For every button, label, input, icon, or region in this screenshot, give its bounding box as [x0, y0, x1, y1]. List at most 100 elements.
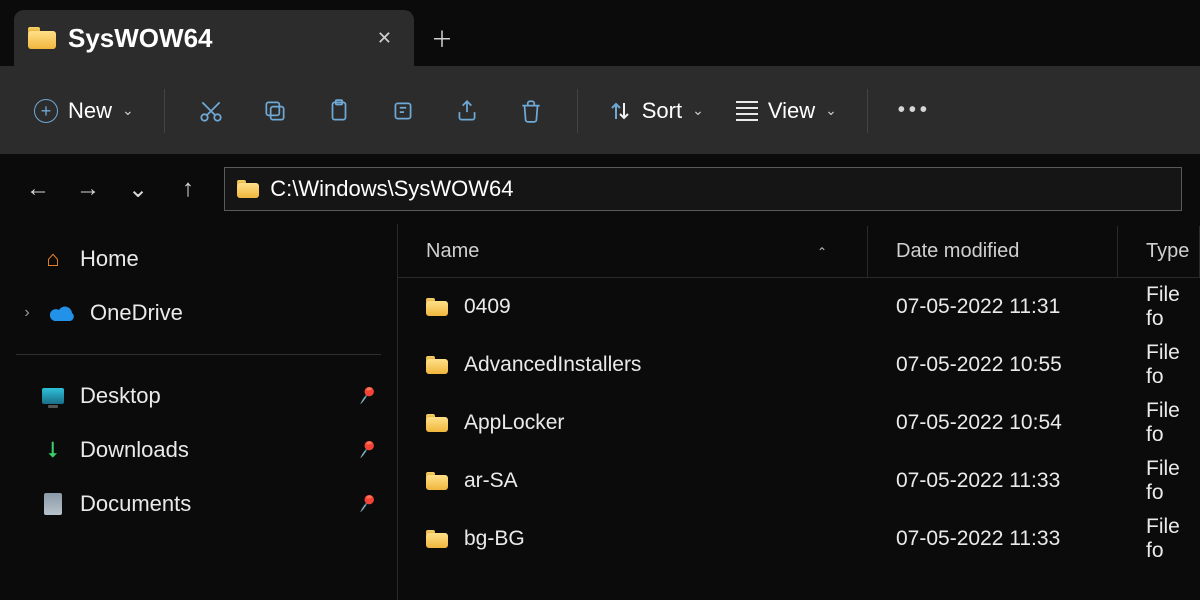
tab-strip: SysWOW64 ✕ ＋	[0, 0, 1200, 66]
pin-icon[interactable]: 📍	[351, 435, 381, 465]
column-name[interactable]: Name ⌃	[398, 226, 868, 277]
tab-syswow64[interactable]: SysWOW64 ✕	[14, 10, 414, 66]
chevron-down-icon: ⌄	[692, 102, 704, 119]
table-row[interactable]: AdvancedInstallers 07-05-2022 10:55 File…	[398, 336, 1200, 394]
file-name: bg-BG	[464, 527, 525, 551]
folder-icon	[28, 27, 56, 49]
rename-button[interactable]	[373, 87, 433, 135]
sort-icon	[608, 99, 632, 123]
recent-button[interactable]: ⌄	[124, 175, 152, 204]
copy-button[interactable]	[245, 87, 305, 135]
column-modified[interactable]: Date modified	[868, 226, 1118, 277]
desktop-icon	[40, 388, 66, 404]
sort-asc-icon: ⌃	[817, 245, 827, 259]
address-input[interactable]	[270, 176, 1169, 202]
file-type: File fo	[1146, 341, 1200, 389]
share-icon	[454, 98, 480, 124]
sidebar-item-documents[interactable]: Documents 📍	[10, 477, 387, 531]
sidebar-label: Home	[80, 246, 139, 272]
view-label: View	[768, 98, 815, 124]
cut-button[interactable]	[181, 87, 241, 135]
folder-icon	[426, 298, 448, 316]
file-type: File fo	[1146, 399, 1200, 447]
sidebar-label: Desktop	[80, 383, 161, 409]
file-modified: 07-05-2022 10:55	[896, 353, 1062, 377]
chevron-right-icon[interactable]: ›	[18, 304, 36, 322]
close-icon[interactable]: ✕	[371, 22, 398, 55]
sort-label: Sort	[642, 98, 682, 124]
file-name: 0409	[464, 295, 511, 319]
back-button[interactable]: ←	[24, 175, 52, 203]
chevron-down-icon: ⌄	[825, 102, 837, 119]
delete-button[interactable]	[501, 87, 561, 135]
sort-button[interactable]: Sort ⌄	[594, 87, 718, 135]
file-list: Name ⌃ Date modified Type 0409 07-05-202…	[398, 224, 1200, 600]
file-type: File fo	[1146, 457, 1200, 505]
column-headers: Name ⌃ Date modified Type	[398, 226, 1200, 278]
new-button[interactable]: + New ⌄	[20, 87, 148, 135]
file-type: File fo	[1146, 515, 1200, 563]
file-modified: 07-05-2022 11:33	[896, 527, 1060, 551]
divider	[867, 89, 868, 133]
forward-button[interactable]: →	[74, 175, 102, 203]
document-icon	[40, 493, 66, 515]
column-label: Type	[1146, 240, 1189, 263]
trash-icon	[518, 98, 544, 124]
column-label: Date modified	[896, 240, 1019, 263]
divider	[164, 89, 165, 133]
folder-icon	[426, 530, 448, 548]
folder-icon	[426, 356, 448, 374]
new-tab-button[interactable]: ＋	[414, 10, 470, 66]
download-icon: ⭣	[40, 437, 66, 463]
folder-icon	[426, 414, 448, 432]
file-modified: 07-05-2022 11:33	[896, 469, 1060, 493]
rename-icon	[390, 98, 416, 124]
paste-button[interactable]	[309, 87, 369, 135]
ellipsis-icon: •••	[898, 99, 931, 122]
sidebar-item-onedrive[interactable]: › OneDrive	[10, 286, 387, 340]
file-name: ar-SA	[464, 469, 518, 493]
new-label: New	[68, 98, 112, 124]
home-icon: ⌂	[40, 246, 66, 272]
file-modified: 07-05-2022 10:54	[896, 411, 1062, 435]
sidebar-label: Documents	[80, 491, 191, 517]
share-button[interactable]	[437, 87, 497, 135]
divider	[16, 354, 381, 355]
tab-title: SysWOW64	[68, 23, 359, 54]
table-row[interactable]: bg-BG 07-05-2022 11:33 File fo	[398, 510, 1200, 568]
cloud-icon	[50, 304, 76, 322]
file-name: AdvancedInstallers	[464, 353, 641, 377]
table-row[interactable]: 0409 07-05-2022 11:31 File fo	[398, 278, 1200, 336]
clipboard-icon	[326, 98, 352, 124]
plus-circle-icon: +	[34, 99, 58, 123]
pin-icon[interactable]: 📍	[351, 489, 381, 519]
nav-row: ← → ⌄ ↑	[0, 154, 1200, 224]
more-button[interactable]: •••	[884, 87, 945, 135]
chevron-down-icon: ⌄	[122, 102, 134, 119]
sidebar-item-desktop[interactable]: Desktop 📍	[10, 369, 387, 423]
sidebar-label: Downloads	[80, 437, 189, 463]
folder-icon	[426, 472, 448, 490]
sidebar: ⌂ Home › OneDrive Desktop 📍 ⭣ Downloads …	[0, 224, 398, 600]
scissors-icon	[198, 98, 224, 124]
file-type: File fo	[1146, 283, 1200, 331]
view-button[interactable]: View ⌄	[722, 87, 851, 135]
toolbar: + New ⌄ Sort ⌄ View ⌄ •••	[0, 66, 1200, 154]
table-row[interactable]: AppLocker 07-05-2022 10:54 File fo	[398, 394, 1200, 452]
divider	[577, 89, 578, 133]
folder-icon	[237, 180, 258, 198]
column-type[interactable]: Type	[1118, 226, 1200, 277]
sidebar-label: OneDrive	[90, 300, 183, 326]
file-name: AppLocker	[464, 411, 564, 435]
pin-icon[interactable]: 📍	[351, 381, 381, 411]
copy-icon	[262, 98, 288, 124]
body: ⌂ Home › OneDrive Desktop 📍 ⭣ Downloads …	[0, 224, 1200, 600]
sidebar-item-downloads[interactable]: ⭣ Downloads 📍	[10, 423, 387, 477]
list-icon	[736, 101, 758, 121]
up-button[interactable]: ↑	[174, 175, 202, 203]
table-row[interactable]: ar-SA 07-05-2022 11:33 File fo	[398, 452, 1200, 510]
column-label: Name	[426, 240, 479, 263]
address-bar[interactable]	[224, 167, 1182, 211]
file-modified: 07-05-2022 11:31	[896, 295, 1060, 319]
sidebar-item-home[interactable]: ⌂ Home	[10, 232, 387, 286]
